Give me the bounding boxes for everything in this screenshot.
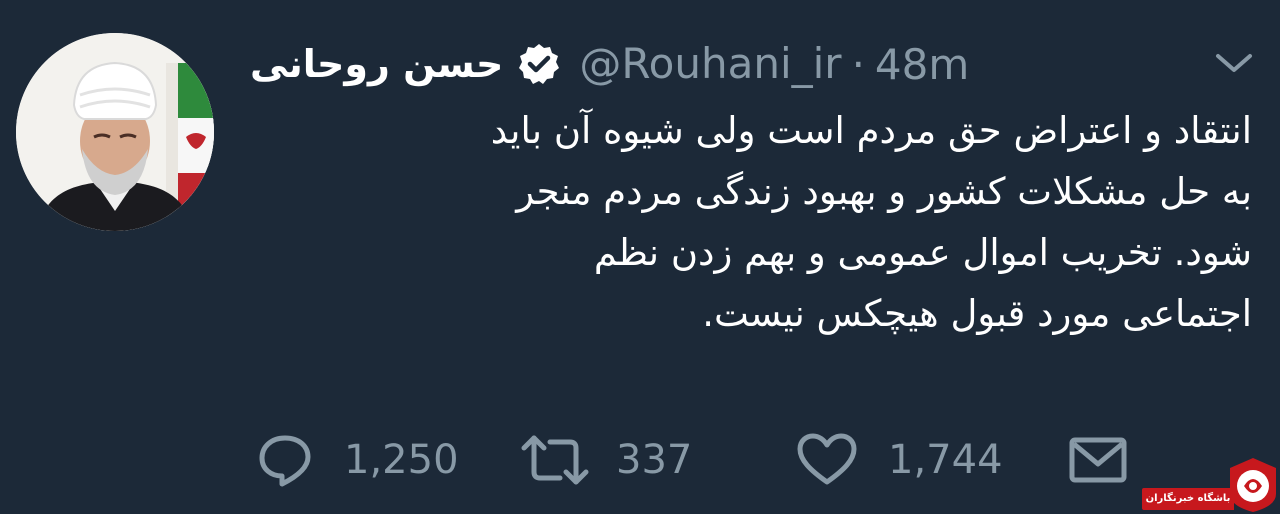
display-name[interactable]: حسن روحانی [250,45,503,83]
tweet-card: حسن روحانی @Rouhani_ir · 48m انتقاد و اع… [0,0,1280,514]
watermark-label: باشگاه خبرنگاران [1142,488,1234,510]
timestamp[interactable]: 48m [875,40,969,89]
reply-button[interactable]: 1,250 [256,430,459,490]
avatar[interactable] [16,33,214,231]
watermark: باشگاه خبرنگاران [1142,452,1280,514]
retweet-count: 337 [616,437,693,483]
like-button[interactable]: 1,744 [796,430,1003,490]
envelope-icon [1069,437,1127,483]
tweet-actions: 1,250 337 1,744 [0,430,1280,490]
chevron-down-icon[interactable] [1212,48,1256,78]
news-agency-logo-icon [1230,458,1276,512]
reply-count: 1,250 [344,437,459,483]
verified-badge-icon [517,42,561,86]
like-count: 1,744 [888,437,1003,483]
tweet-header: حسن روحانی @Rouhani_ir · 48m [250,34,969,94]
separator-dot: · [851,39,865,89]
tweet-text: انتقاد و اعتراض حق مردم است ولی شیوه آن … [490,109,1252,335]
retweet-button[interactable]: 337 [520,430,692,490]
handle[interactable]: @Rouhani_ir [579,43,841,85]
reply-icon [259,435,311,487]
direct-message-button[interactable] [1068,430,1128,490]
avatar-image [16,33,214,231]
heart-icon [797,433,857,485]
retweet-icon [521,435,589,485]
